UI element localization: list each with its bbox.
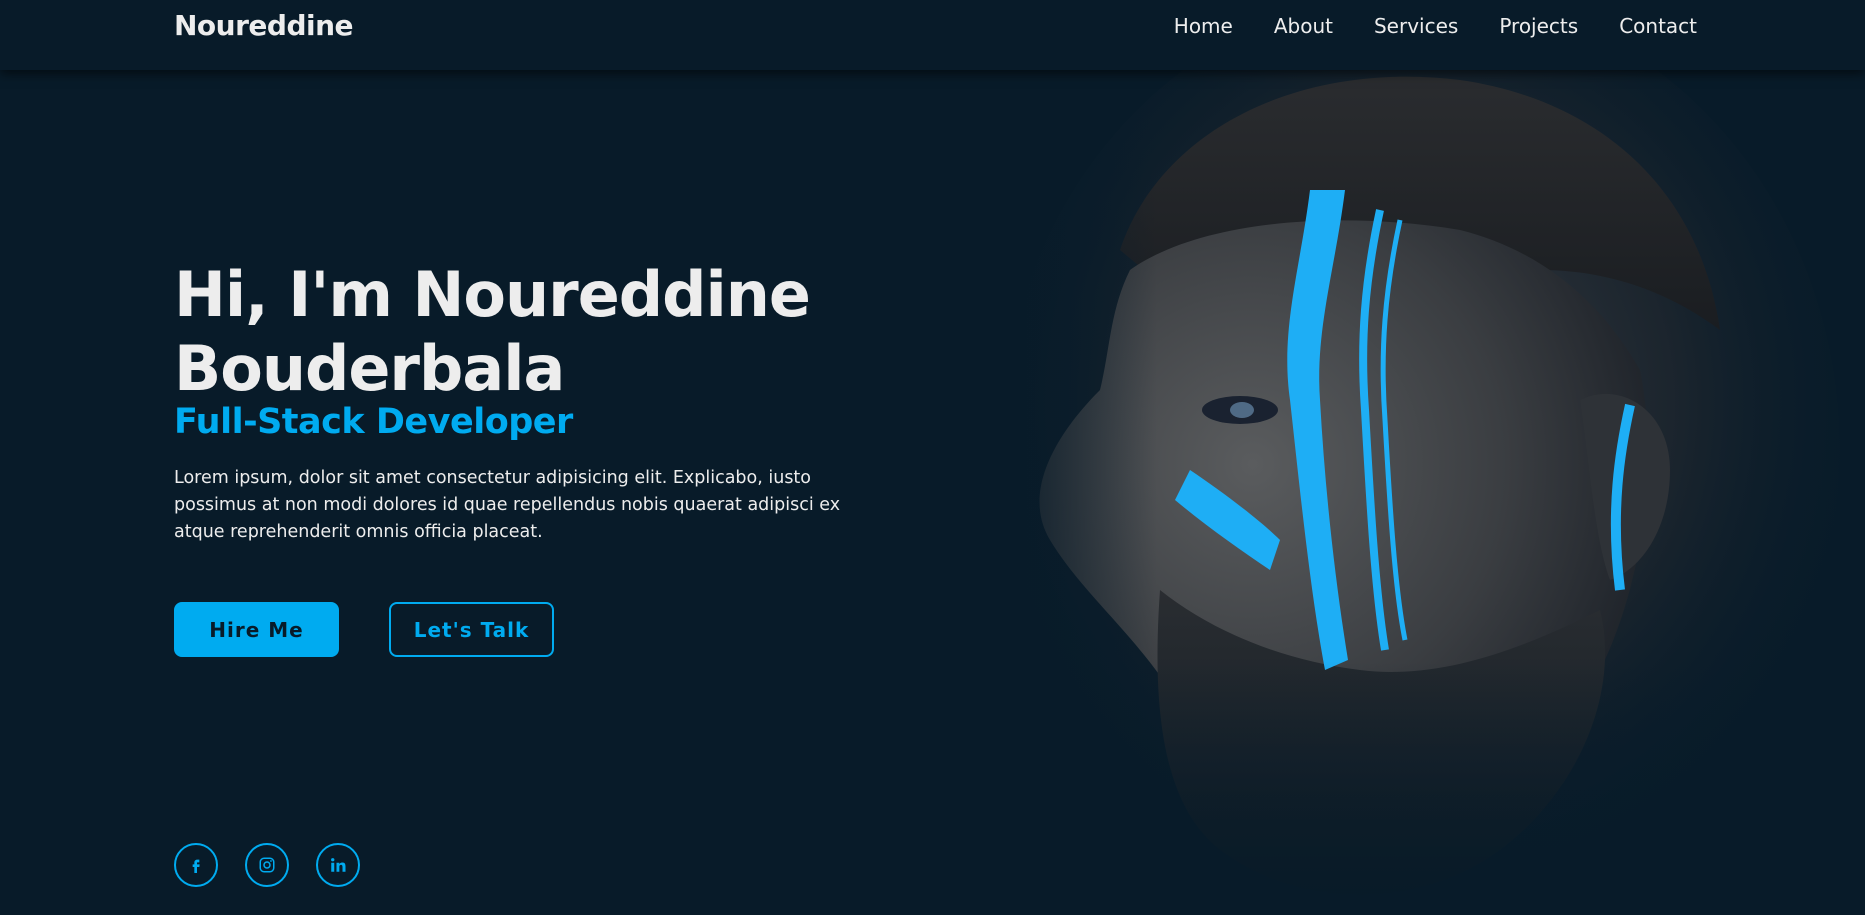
hero-subtitle: Full-Stack Developer [174,402,573,442]
lets-talk-button[interactable]: Let's Talk [389,602,554,657]
nav-contact[interactable]: Contact [1619,14,1697,38]
instagram-icon [259,857,275,873]
hero-title-line2: Bouderbala [174,332,565,405]
nav-home[interactable]: Home [1174,14,1233,38]
social-links [174,843,360,887]
site-header: Noureddine Home About Services Projects … [0,0,1865,70]
hero-text: Hi, I'm Noureddine Bouderbala Full-Stack… [174,258,854,546]
hero-description: Lorem ipsum, dolor sit amet consectetur … [174,468,841,542]
logo[interactable]: Noureddine [174,9,354,42]
linkedin-icon [331,858,346,872]
nav-about[interactable]: About [1274,14,1333,38]
hero-title: Hi, I'm Noureddine Bouderbala [174,258,854,406]
instagram-link[interactable] [245,843,289,887]
hire-me-button[interactable]: Hire Me [174,602,339,657]
facebook-link[interactable] [174,843,218,887]
hero-title-line1: Hi, I'm Noureddine [174,258,811,331]
hero-portrait-image [980,70,1865,915]
linkedin-link[interactable] [316,843,360,887]
nav-services[interactable]: Services [1374,14,1458,38]
main-nav: Home About Services Projects Contact [1174,14,1697,38]
facebook-icon [192,859,200,873]
nav-projects[interactable]: Projects [1499,14,1578,38]
hero-buttons: Hire Me Let's Talk [174,602,554,657]
